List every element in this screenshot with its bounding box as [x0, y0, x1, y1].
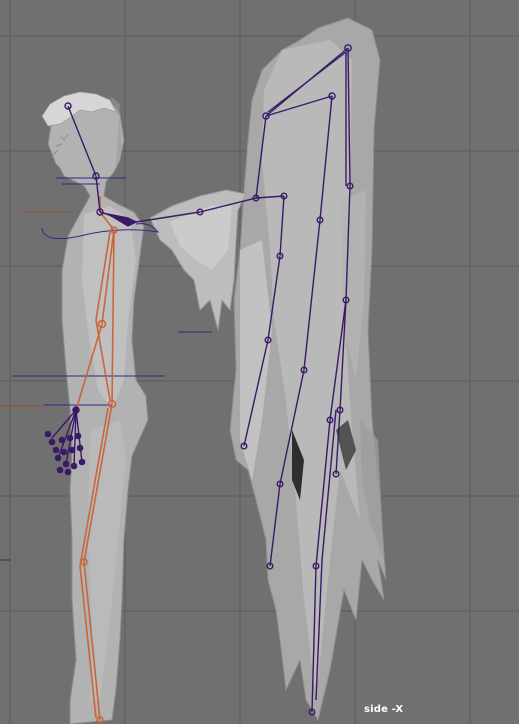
wing-mesh[interactable] [149, 17, 387, 722]
body-mesh[interactable] [41, 91, 149, 724]
side-viewport[interactable]: side -X [0, 0, 519, 724]
view-label: side -X [364, 704, 404, 715]
viewport-canvas[interactable] [0, 0, 519, 724]
